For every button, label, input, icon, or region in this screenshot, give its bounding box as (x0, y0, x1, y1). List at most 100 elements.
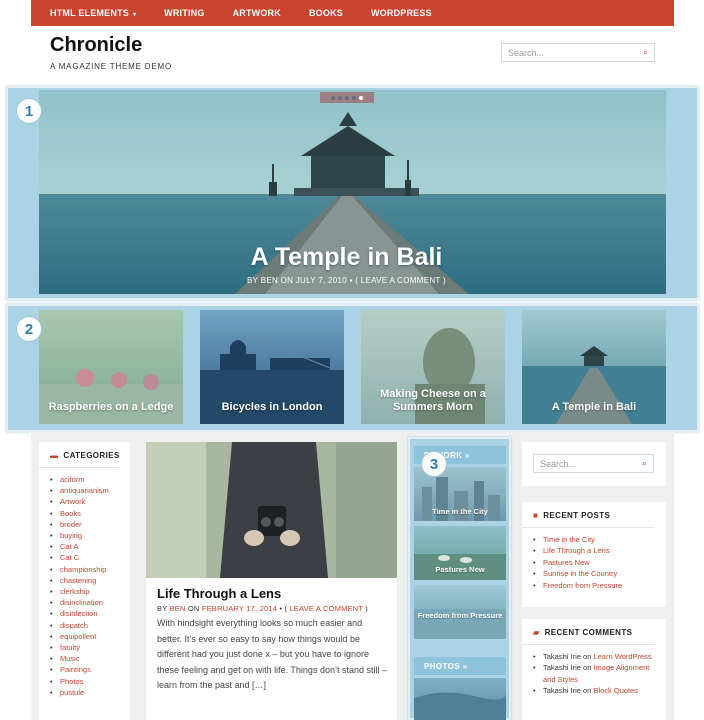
site-title[interactable]: Chronicle (50, 34, 142, 57)
hero-title[interactable]: A Temple in Bali (0, 243, 693, 272)
nav-item-writing[interactable]: WRITING (164, 8, 204, 18)
divider (522, 644, 655, 645)
comment-on: on (580, 663, 594, 673)
recent-comments-list: Takashi Irie on Learn WordPress Takashi … (533, 651, 653, 697)
recent-posts-title: ■ RECENT POSTS (533, 511, 666, 520)
recent-post-link[interactable]: Life Through a Lens (533, 545, 666, 557)
meta-by: BY (157, 604, 170, 613)
featured-item-bali[interactable]: A Temple in Bali (522, 310, 666, 424)
header-search-input[interactable]: Search... ⌕ (501, 43, 655, 62)
category-link[interactable]: broder (50, 519, 130, 530)
category-link[interactable]: Paintings (50, 664, 130, 675)
meta-end: ) (363, 604, 368, 613)
search-icon[interactable]: ⌕ (642, 458, 647, 469)
meta-on: ON (185, 604, 202, 613)
category-link[interactable]: pustule (50, 687, 130, 698)
slider-dot-active[interactable] (359, 95, 363, 100)
slider-dot[interactable] (345, 95, 349, 100)
recent-comment: Takashi Irie on Image Alignment and Styl… (533, 662, 653, 685)
nav-item-html-elements[interactable]: HTML ELEMENTS ▾ (50, 8, 136, 18)
slider-pagination (320, 92, 374, 103)
category-link[interactable]: Books (50, 508, 130, 519)
category-link[interactable]: equipollent (50, 631, 130, 642)
nav-item-books[interactable]: BOOKS (309, 8, 343, 18)
post-title[interactable]: Life Through a Lens (157, 586, 281, 601)
artwork-item-freedom[interactable]: Freedom from Pressure (414, 585, 506, 639)
category-link[interactable]: antiquarianism (50, 485, 130, 496)
category-link[interactable]: championship (50, 564, 130, 575)
search-placeholder: Search... (540, 458, 577, 469)
recent-comments-title-text: RECENT COMMENTS (544, 628, 633, 637)
folder-icon: ▬ (50, 451, 59, 460)
meta-sep: • ( (277, 604, 290, 613)
artwork-item-pastures[interactable]: Pastures New (414, 526, 506, 580)
recent-post-link[interactable]: Sunrise in the Country (533, 568, 666, 580)
recent-comments-title: ▰ RECENT COMMENTS (533, 628, 666, 637)
site-tagline: A MAGAZINE THEME DEMO (50, 62, 172, 71)
photo-landscape-image (414, 692, 506, 720)
post-excerpt: With hindsight everything looks so much … (157, 618, 387, 690)
comment-author: Takashi Irie (543, 652, 581, 661)
category-link[interactable]: fatuity (50, 642, 130, 653)
recent-posts-widget: ■ RECENT POSTS Time in the City Life Thro… (522, 502, 666, 607)
recent-posts-list: Time in the City Life Through a Lens Pas… (533, 534, 666, 591)
featured-label: A Temple in Bali (551, 401, 637, 413)
meta-end: ) (440, 276, 446, 285)
category-link[interactable]: Music (50, 653, 130, 664)
category-link[interactable]: disinclination (50, 597, 130, 608)
recent-post-link[interactable]: Freedom from Pressure (533, 580, 666, 592)
meta-on: ON (278, 276, 296, 285)
category-link[interactable]: aciform (50, 474, 130, 485)
region-badge-2: 2 (16, 316, 42, 342)
category-link[interactable]: Artwork (50, 496, 130, 507)
category-link[interactable]: chastening (50, 575, 130, 586)
recent-comments-widget: ▰ RECENT COMMENTS Takashi Irie on Learn W… (522, 619, 666, 720)
photos-item[interactable] (414, 678, 506, 720)
post-featured-image[interactable] (146, 442, 397, 578)
search-placeholder: Search... (508, 47, 545, 58)
nav-item-wordpress[interactable]: WORDPRESS (371, 8, 432, 18)
category-link[interactable]: disinfection (50, 608, 130, 619)
categories-title: ▬ CATEGORIES (50, 451, 130, 460)
recent-posts-title-text: RECENT POSTS (543, 511, 611, 520)
document-icon: ■ (533, 511, 539, 520)
comment-on: on (580, 652, 594, 661)
featured-item-raspberries[interactable]: Raspberries on a Ledge (39, 310, 183, 424)
category-link[interactable]: Photos (50, 676, 130, 687)
categories-list: aciform antiquarianism Artwork Books bro… (50, 474, 130, 698)
nav-item-artwork[interactable]: ARTWORK (233, 8, 281, 18)
meta-sep: • ( (347, 276, 361, 285)
search-icon[interactable]: ⌕ (643, 47, 648, 58)
category-link[interactable]: Cat A (50, 541, 130, 552)
divider (522, 527, 655, 528)
meta-comment-link[interactable]: LEAVE A COMMENT (289, 604, 363, 613)
artwork-label: Freedom from Pressure (417, 611, 503, 620)
category-link[interactable]: dispatch (50, 620, 130, 631)
category-link[interactable]: buying (50, 530, 130, 541)
category-link[interactable]: Cat C (50, 552, 130, 563)
comment-on: on (580, 686, 594, 696)
divider (39, 467, 119, 468)
categories-title-text: CATEGORIES (63, 451, 120, 460)
slider-dot[interactable] (352, 95, 356, 100)
slider-dot[interactable] (338, 95, 342, 100)
recent-post-link[interactable]: Pastures New (533, 557, 666, 569)
post-meta: BY BEN ON FEBRUARY 17, 2014 • ( LEAVE A … (157, 604, 368, 613)
meta-author-link[interactable]: BEN (261, 276, 278, 285)
comment-post-link[interactable]: Learn WordPress (593, 652, 651, 661)
meta-comment-link[interactable]: LEAVE A COMMENT (361, 276, 441, 285)
photos-header[interactable]: PHOTOS » (414, 657, 506, 675)
featured-item-cheese[interactable]: Making Cheese on a Summers Morn (361, 310, 505, 424)
category-link[interactable]: clerkship (50, 586, 130, 597)
recent-comment: Takashi Irie on Block Quotes (533, 685, 653, 697)
meta-date-link[interactable]: JULY 7, 2010 (296, 276, 347, 285)
featured-label: Bicycles in London (221, 401, 323, 413)
meta-date-link[interactable]: FEBRUARY 17, 2014 (202, 604, 277, 613)
meta-author-link[interactable]: BEN (170, 604, 186, 613)
chevron-down-icon: ▾ (132, 12, 137, 18)
comment-post-link[interactable]: Block Quotes (593, 686, 638, 695)
sidebar-search-input[interactable]: Search... ⌕ (533, 454, 654, 473)
slider-dot[interactable] (331, 95, 335, 100)
featured-item-london[interactable]: Bicycles in London (200, 310, 344, 424)
recent-post-link[interactable]: Time in the City (533, 534, 666, 546)
